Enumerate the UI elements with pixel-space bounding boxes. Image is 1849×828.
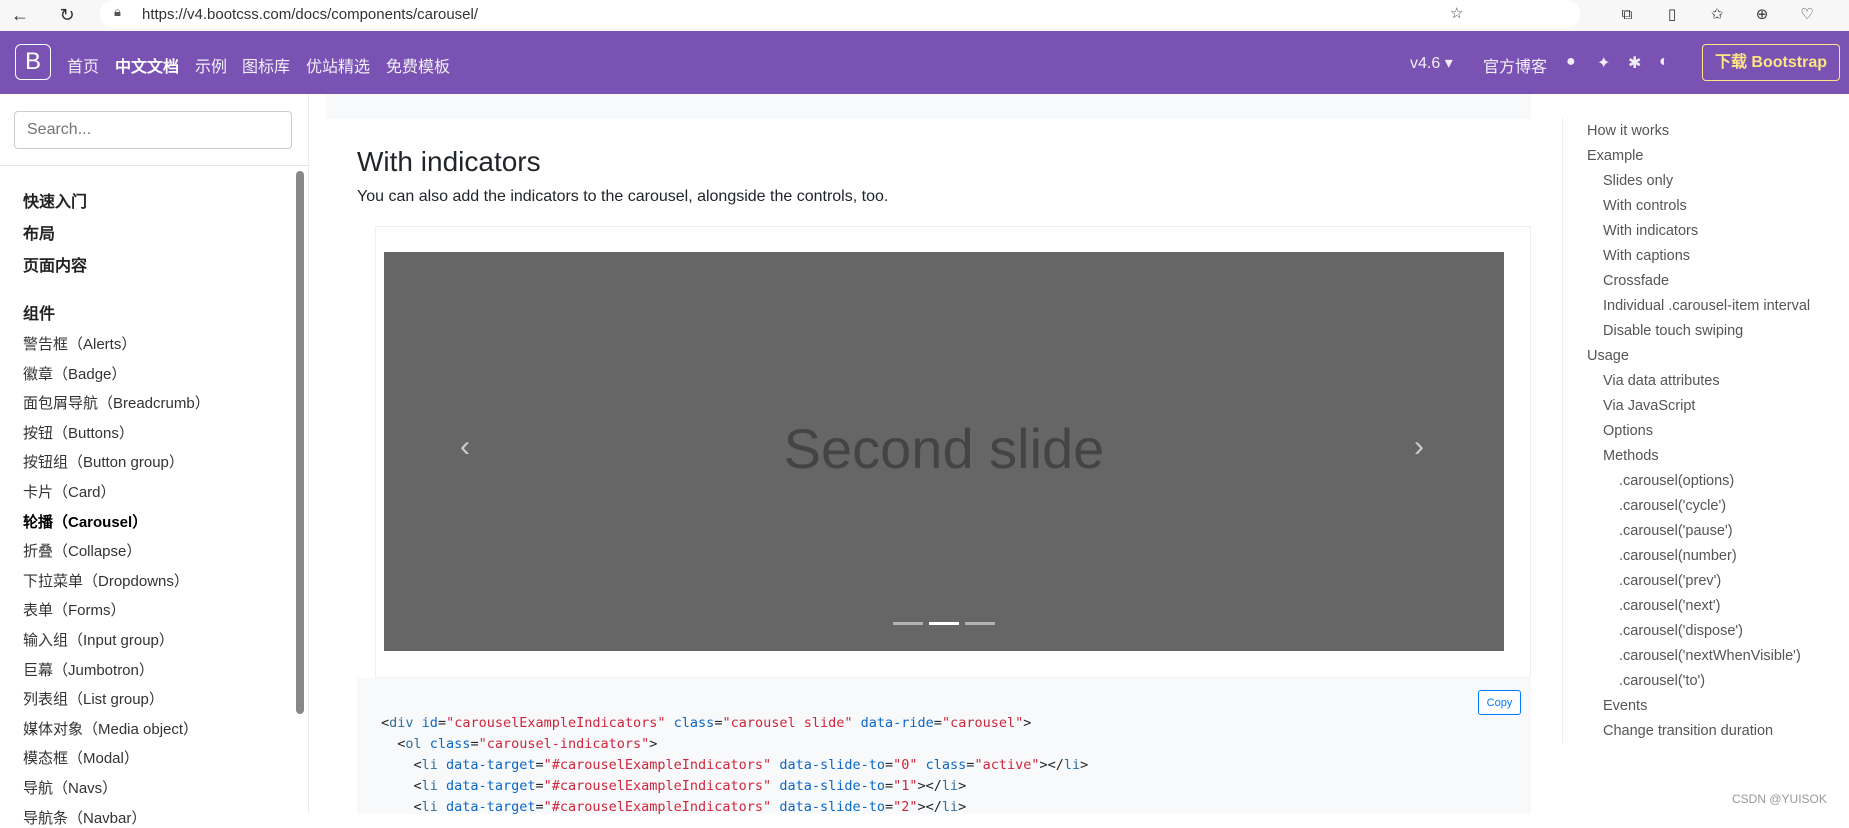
toc-link[interactable]: .carousel('nextWhenVisible') — [1619, 648, 1801, 664]
section-description: You can also add the indicators to the c… — [357, 188, 889, 205]
toc-link[interactable]: With indicators — [1603, 223, 1698, 239]
sidebar-item[interactable]: 输入组（Input group） — [23, 629, 174, 650]
favorites-icon[interactable]: ✩ — [1705, 3, 1729, 27]
sidebar-item[interactable]: 徽章（Badge） — [23, 363, 126, 384]
nav-blog[interactable]: 官方博客 — [1483, 53, 1547, 77]
sidebar-item[interactable]: 模态框（Modal） — [23, 747, 139, 768]
code-line: <li data-target="#carouselExampleIndicat… — [381, 778, 967, 794]
sidebar-scrollbar[interactable] — [296, 171, 304, 714]
sidebar-section-getting-started[interactable]: 快速入门 — [23, 188, 87, 212]
sidebar-item[interactable]: 表单（Forms） — [23, 599, 126, 620]
reload-icon[interactable]: ↻ — [55, 3, 79, 27]
sidebar-item[interactable]: 媒体对象（Media object） — [23, 718, 198, 739]
toc-link[interactable]: How it works — [1587, 123, 1669, 139]
opencollective-icon[interactable]: ◐ — [1659, 53, 1669, 71]
toc-link[interactable]: With captions — [1603, 248, 1690, 264]
sidebar-item[interactable]: 导航（Navs） — [23, 777, 117, 798]
carousel-indicator[interactable] — [965, 622, 995, 625]
toc-link[interactable]: Individual .carousel-item interval — [1603, 298, 1810, 314]
version-dropdown[interactable]: v4.6 ▾ — [1410, 53, 1453, 73]
code-line: <div id="carouselExampleIndicators" clas… — [381, 715, 1032, 731]
prev-control-icon[interactable]: ‹ — [460, 430, 470, 464]
url-text: https://v4.bootcss.com/docs/components/c… — [142, 6, 478, 23]
toc-link[interactable]: Change transition duration — [1603, 723, 1773, 739]
performance-icon[interactable]: ♡ — [1795, 3, 1819, 27]
toc-link[interactable]: Events — [1603, 698, 1647, 714]
sidebar-item[interactable]: 下拉菜单（Dropdowns） — [23, 570, 189, 591]
code-line: <li data-target="#carouselExampleIndicat… — [381, 799, 967, 815]
toc-link[interactable]: With controls — [1603, 198, 1687, 214]
sidebar-section-components[interactable]: 组件 — [23, 300, 55, 324]
bootstrap-logo[interactable]: B — [15, 44, 51, 80]
sidebar-item[interactable]: 折叠（Collapse） — [23, 540, 141, 561]
toc-link[interactable]: .carousel('cycle') — [1619, 498, 1726, 514]
back-icon[interactable]: ← — [8, 3, 32, 27]
toc-link[interactable]: Usage — [1587, 348, 1629, 364]
twitter-icon[interactable]: ✦ — [1597, 53, 1610, 73]
code-block: Copy <div id="carouselExampleIndicators"… — [357, 678, 1531, 815]
toc-link[interactable]: Crossfade — [1603, 273, 1669, 289]
toc-link[interactable]: .carousel('next') — [1619, 598, 1720, 614]
toc-link[interactable]: .carousel('prev') — [1619, 573, 1721, 589]
search-input[interactable] — [14, 111, 292, 149]
sidebar-item[interactable]: 警告框（Alerts） — [23, 333, 136, 354]
sidebar-section-layout[interactable]: 布局 — [23, 220, 55, 244]
github-icon[interactable]: ● — [1566, 53, 1576, 71]
address-bar[interactable]: 🔒︎ https://v4.bootcss.com/docs/component… — [100, 0, 1580, 28]
carousel: Second slide ‹ › — [384, 252, 1504, 651]
sidebar-item[interactable]: 按钮组（Button group） — [23, 451, 184, 472]
sidebar-item[interactable]: 卡片（Card） — [23, 481, 116, 502]
collections-icon[interactable]: ⊕ — [1750, 3, 1774, 27]
toc-link[interactable]: .carousel(number) — [1619, 548, 1737, 564]
toc-link[interactable]: .carousel('pause') — [1619, 523, 1733, 539]
toc-link[interactable]: .carousel('to') — [1619, 673, 1705, 689]
nav-examples[interactable]: 示例 — [195, 53, 227, 77]
nav-templates[interactable]: 免费模板 — [386, 53, 450, 77]
toc-link[interactable]: Slides only — [1603, 173, 1673, 189]
lock-icon: 🔒︎ — [114, 4, 121, 19]
toc-link[interactable]: Example — [1587, 148, 1643, 164]
nav-docs[interactable]: 中文文档 — [115, 53, 179, 77]
code-line: <li data-target="#carouselExampleIndicat… — [381, 757, 1089, 773]
sidebar-item[interactable]: 按钮（Buttons） — [23, 422, 134, 443]
toc-link[interactable]: Disable touch swiping — [1603, 323, 1743, 339]
extensions-icon[interactable]: ⧉ — [1615, 3, 1639, 27]
next-control-icon[interactable]: › — [1414, 430, 1424, 464]
sidebar-section-content[interactable]: 页面内容 — [23, 252, 87, 276]
carousel-indicator[interactable] — [893, 622, 923, 625]
sidebar-item[interactable]: 列表组（List group） — [23, 688, 164, 709]
sidebar-item[interactable]: 面包屑导航（Breadcrumb） — [23, 392, 210, 413]
split-screen-icon[interactable]: ▯ — [1660, 3, 1684, 27]
toc-link[interactable]: Via data attributes — [1603, 373, 1720, 389]
toc-link[interactable]: .carousel('dispose') — [1619, 623, 1743, 639]
sidebar-item[interactable]: 巨幕（Jumbotron） — [23, 659, 154, 680]
toc-link[interactable]: Methods — [1603, 448, 1659, 464]
divider — [0, 165, 309, 166]
sidebar-item[interactable]: 轮播（Carousel） — [23, 511, 147, 532]
carousel-indicator[interactable] — [929, 622, 959, 625]
nav-icons[interactable]: 图标库 — [242, 53, 290, 77]
browser-toolbar: ← ↻ 🔒︎ https://v4.bootcss.com/docs/compo… — [0, 0, 1849, 31]
code-line: <ol class="carousel-indicators"> — [381, 736, 658, 752]
toc-link[interactable]: Options — [1603, 423, 1653, 439]
navbar: B 首页 中文文档 示例 图标库 优站精选 免费模板 v4.6 ▾ 官方博客 ●… — [0, 31, 1849, 94]
slide-label: Second slide — [783, 417, 1105, 480]
sidebar-item[interactable]: 导航条（Navbar） — [23, 807, 146, 828]
sidebar: 快速入门 布局 页面内容 组件 警告框（Alerts） 徽章（Badge） 面包屑导… — [0, 94, 309, 827]
section-heading: With indicators — [357, 146, 541, 177]
download-button[interactable]: 下载 Bootstrap — [1702, 44, 1840, 81]
nav-featured[interactable]: 优站精选 — [306, 53, 370, 77]
copy-button[interactable]: Copy — [1478, 690, 1521, 715]
previous-example-box — [326, 94, 1531, 119]
table-of-contents: How it works Example Slides only With contr… — [1562, 118, 1810, 743]
slack-icon[interactable]: ✱ — [1628, 53, 1641, 73]
toc-link[interactable]: Via JavaScript — [1603, 398, 1695, 414]
nav-home[interactable]: 首页 — [67, 53, 99, 77]
favorite-star-icon[interactable]: ☆ — [1450, 4, 1463, 22]
watermark: CSDN @YUISOK — [1732, 792, 1827, 806]
toc-link[interactable]: .carousel(options) — [1619, 473, 1734, 489]
